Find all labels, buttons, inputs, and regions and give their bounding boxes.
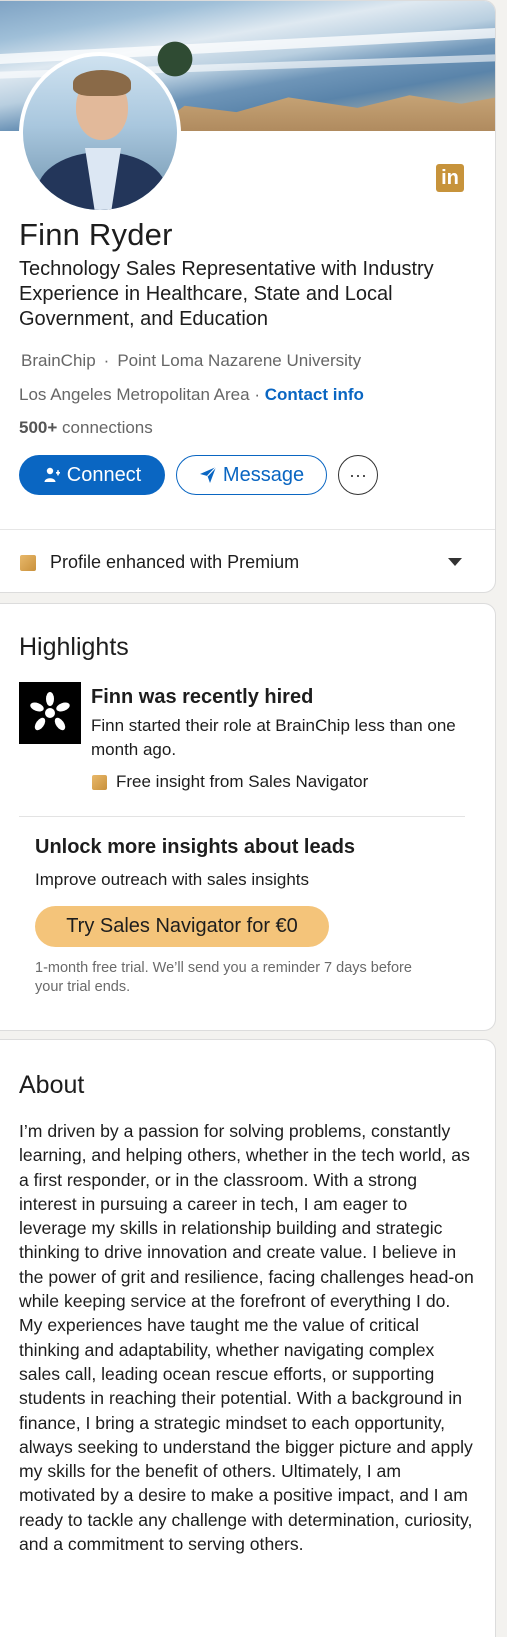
highlights-title: Highlights <box>19 633 129 661</box>
unlock-insights-subtitle: Improve outreach with sales insights <box>35 870 310 889</box>
more-actions-button[interactable]: ··· <box>338 455 378 495</box>
premium-enhanced-row[interactable]: Profile enhanced with Premium <box>20 552 299 573</box>
profile-headline: Technology Sales Representative with Ind… <box>19 258 434 330</box>
highlights-card: Highlights Finn was recently hired Finn … <box>0 603 496 1031</box>
connect-button[interactable]: Connect <box>19 455 165 495</box>
contact-info-link[interactable]: Contact info <box>265 385 364 404</box>
about-card: About I’m driven by a passion for solvin… <box>0 1039 496 1637</box>
unlock-insights-title: Unlock more insights about leads <box>35 836 356 858</box>
linkedin-icon: in <box>436 164 464 192</box>
connections-count[interactable]: 500+ connections <box>19 418 153 438</box>
brainchip-logo-icon <box>30 692 70 731</box>
add-person-icon <box>44 467 60 482</box>
current-company-link[interactable]: BrainChip <box>21 351 96 370</box>
profile-top-card: in Finn Ryder Technology Sales Represent… <box>0 0 496 593</box>
company-school-row: BrainChip · Point Loma Nazarene University <box>21 351 362 370</box>
trial-note: 1-month free trial. We’ll send you a rem… <box>35 960 412 995</box>
brainchip-logo[interactable] <box>19 682 81 744</box>
premium-icon <box>20 554 36 571</box>
more-icon: ··· <box>349 464 367 485</box>
location-row: Los Angeles Metropolitan Area · Contact … <box>19 385 364 404</box>
try-sales-navigator-button[interactable]: Try Sales Navigator for €0 <box>35 906 329 947</box>
divider <box>19 816 465 817</box>
highlight-body: Finn started their role at BrainChip les… <box>91 716 456 759</box>
school-link[interactable]: Point Loma Nazarene University <box>117 351 361 370</box>
profile-name: Finn Ryder <box>19 217 173 252</box>
divider <box>0 529 495 530</box>
about-text: I’m driven by a passion for solving prob… <box>19 1121 474 1555</box>
profile-location: Los Angeles Metropolitan Area <box>19 385 250 404</box>
about-title: About <box>19 1071 85 1099</box>
message-button[interactable]: Message <box>176 455 327 495</box>
profile-avatar[interactable] <box>19 52 181 214</box>
send-icon <box>199 466 217 483</box>
chevron-down-icon[interactable] <box>448 558 462 566</box>
sales-navigator-insight: Free insight from Sales Navigator <box>92 772 368 792</box>
highlight-title: Finn was recently hired <box>91 686 314 708</box>
premium-icon <box>92 774 107 790</box>
